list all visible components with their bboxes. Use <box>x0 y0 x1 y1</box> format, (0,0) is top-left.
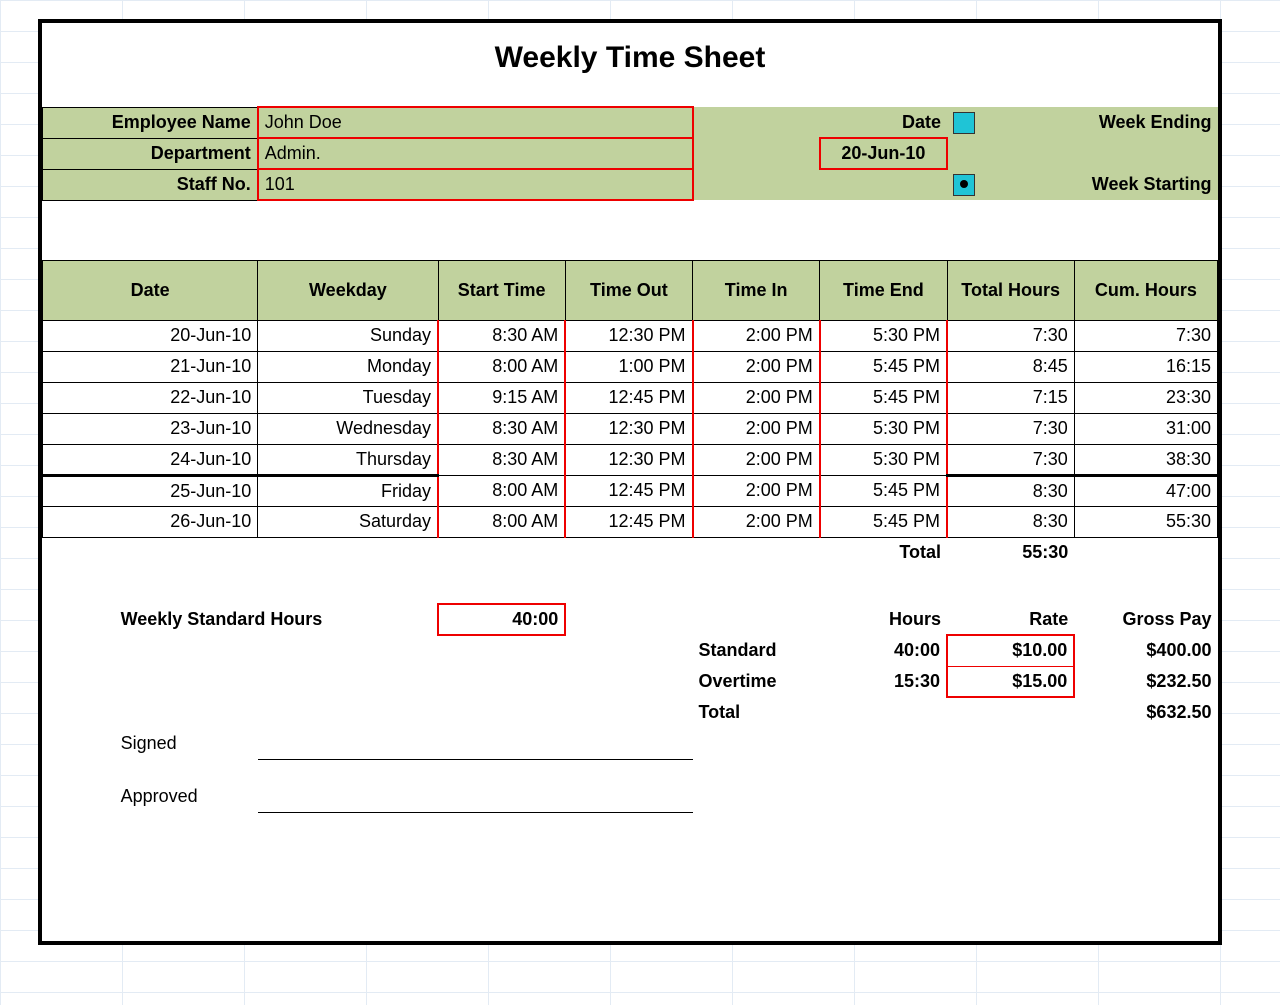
time-out-input[interactable]: 12:45 PM <box>565 475 692 506</box>
weekly-standard-hours-label: Weekly Standard Hours <box>115 604 438 635</box>
staff-no-input[interactable]: 101 <box>258 169 693 200</box>
overtime-hours: 15:30 <box>820 666 947 697</box>
row-total-hours: 7:30 <box>947 320 1074 351</box>
time-end-input[interactable]: 5:30 PM <box>820 413 947 444</box>
date-label: Date <box>820 107 947 138</box>
row-total-hours: 8:30 <box>947 475 1074 506</box>
standard-hours: 40:00 <box>820 635 947 666</box>
col-weekday: Weekday <box>258 260 438 320</box>
signed-label: Signed <box>115 728 258 759</box>
time-end-input[interactable]: 5:45 PM <box>820 475 947 506</box>
time-out-input[interactable]: 12:30 PM <box>565 320 692 351</box>
total-label: Total <box>820 537 947 568</box>
time-in-input[interactable]: 2:00 PM <box>693 382 820 413</box>
pay-rate-label: Rate <box>947 604 1074 635</box>
row-total-hours: 7:30 <box>947 413 1074 444</box>
department-input[interactable]: Admin. <box>258 138 693 169</box>
table-row-date: 26-Jun-10 <box>43 506 258 537</box>
time-end-input[interactable]: 5:30 PM <box>820 320 947 351</box>
pay-gross-label: Gross Pay <box>1074 604 1217 635</box>
overtime-row-label: Overtime <box>693 666 820 697</box>
pay-total-label: Total <box>693 697 820 728</box>
approved-label: Approved <box>115 781 258 812</box>
time-end-input[interactable]: 5:45 PM <box>820 382 947 413</box>
total-hours-value: 55:30 <box>947 537 1074 568</box>
col-total-hours: Total Hours <box>947 260 1074 320</box>
start-time-input[interactable]: 8:00 AM <box>438 351 565 382</box>
overtime-gross: $232.50 <box>1074 666 1217 697</box>
time-end-input[interactable]: 5:45 PM <box>820 351 947 382</box>
department-label: Department <box>43 138 258 169</box>
time-in-input[interactable]: 2:00 PM <box>693 506 820 537</box>
employee-name-input[interactable]: John Doe <box>258 107 693 138</box>
time-end-input[interactable]: 5:45 PM <box>820 506 947 537</box>
start-time-input[interactable]: 8:30 AM <box>438 444 565 475</box>
row-cum-hours: 31:00 <box>1074 413 1217 444</box>
time-in-input[interactable]: 2:00 PM <box>693 444 820 475</box>
start-time-input[interactable]: 9:15 AM <box>438 382 565 413</box>
table-row-weekday: Wednesday <box>258 413 438 444</box>
employee-name-label: Employee Name <box>43 107 258 138</box>
pay-hours-label: Hours <box>820 604 947 635</box>
col-date: Date <box>43 260 258 320</box>
week-starting-radio[interactable] <box>953 174 975 196</box>
week-starting-label: Week Starting <box>1074 169 1217 200</box>
standard-gross: $400.00 <box>1074 635 1217 666</box>
row-total-hours: 7:15 <box>947 382 1074 413</box>
time-out-input[interactable]: 12:30 PM <box>565 444 692 475</box>
time-out-input[interactable]: 12:45 PM <box>565 506 692 537</box>
signed-line[interactable] <box>258 728 693 759</box>
row-cum-hours: 38:30 <box>1074 444 1217 475</box>
col-cum-hours: Cum. Hours <box>1074 260 1217 320</box>
standard-rate-input[interactable]: $10.00 <box>947 635 1074 666</box>
table-row-weekday: Thursday <box>258 444 438 475</box>
time-out-input[interactable]: 12:30 PM <box>565 413 692 444</box>
col-time-out: Time Out <box>565 260 692 320</box>
row-total-hours: 8:30 <box>947 506 1074 537</box>
overtime-rate-input[interactable]: $15.00 <box>947 666 1074 697</box>
start-time-input[interactable]: 8:30 AM <box>438 413 565 444</box>
weekly-standard-hours-input[interactable]: 40:00 <box>438 604 565 635</box>
row-cum-hours: 47:00 <box>1074 475 1217 506</box>
table-row-date: 24-Jun-10 <box>43 444 258 475</box>
date-input[interactable]: 20-Jun-10 <box>820 138 947 169</box>
week-ending-label: Week Ending <box>1074 107 1217 138</box>
week-ending-radio[interactable] <box>953 112 975 134</box>
table-row-weekday: Friday <box>258 475 438 506</box>
col-time-in: Time In <box>693 260 820 320</box>
start-time-input[interactable]: 8:00 AM <box>438 475 565 506</box>
time-out-input[interactable]: 12:45 PM <box>565 382 692 413</box>
row-cum-hours: 16:15 <box>1074 351 1217 382</box>
table-row-date: 22-Jun-10 <box>43 382 258 413</box>
time-end-input[interactable]: 5:30 PM <box>820 444 947 475</box>
time-in-input[interactable]: 2:00 PM <box>693 351 820 382</box>
row-total-hours: 7:30 <box>947 444 1074 475</box>
table-row-date: 20-Jun-10 <box>43 320 258 351</box>
row-cum-hours: 23:30 <box>1074 382 1217 413</box>
col-time-end: Time End <box>820 260 947 320</box>
table-row-date: 21-Jun-10 <box>43 351 258 382</box>
time-in-input[interactable]: 2:00 PM <box>693 413 820 444</box>
approved-line[interactable] <box>258 781 693 812</box>
table-row-weekday: Monday <box>258 351 438 382</box>
pay-total-gross: $632.50 <box>1074 697 1217 728</box>
start-time-input[interactable]: 8:00 AM <box>438 506 565 537</box>
table-row-weekday: Saturday <box>258 506 438 537</box>
time-out-input[interactable]: 1:00 PM <box>565 351 692 382</box>
time-in-input[interactable]: 2:00 PM <box>693 475 820 506</box>
row-total-hours: 8:45 <box>947 351 1074 382</box>
table-row-weekday: Sunday <box>258 320 438 351</box>
table-row-weekday: Tuesday <box>258 382 438 413</box>
staff-no-label: Staff No. <box>43 169 258 200</box>
table-row-date: 23-Jun-10 <box>43 413 258 444</box>
standard-row-label: Standard <box>693 635 820 666</box>
page-title: Weekly Time Sheet <box>43 23 1218 93</box>
row-cum-hours: 55:30 <box>1074 506 1217 537</box>
col-start-time: Start Time <box>438 260 565 320</box>
table-row-date: 25-Jun-10 <box>43 475 258 506</box>
row-cum-hours: 7:30 <box>1074 320 1217 351</box>
start-time-input[interactable]: 8:30 AM <box>438 320 565 351</box>
time-in-input[interactable]: 2:00 PM <box>693 320 820 351</box>
